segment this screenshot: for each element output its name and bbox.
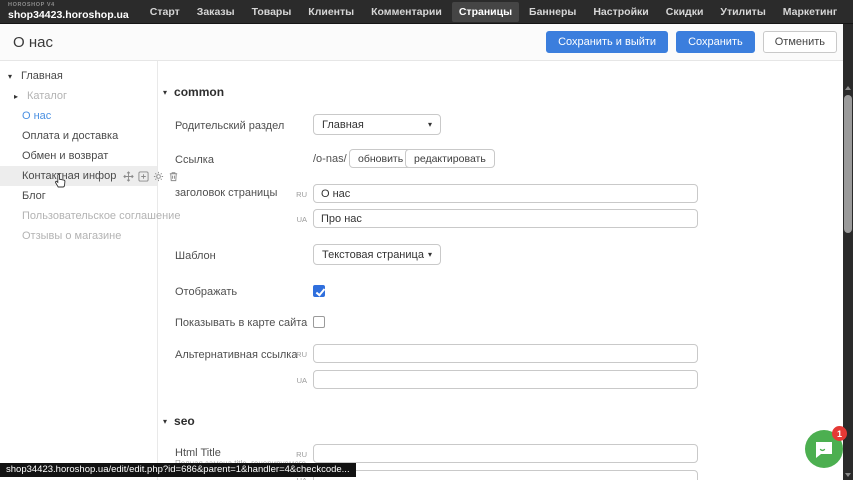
logo-domain: shop34423.horoshop.ua [8, 10, 129, 21]
add-page-icon[interactable] [138, 171, 149, 182]
tree-item-store-reviews[interactable]: Отзывы о магазине [0, 226, 157, 246]
cancel-button[interactable]: Отменить [763, 31, 837, 53]
sitemap-label: Показывать в карте сайта [175, 317, 307, 329]
scrollbar-thumb[interactable] [844, 95, 852, 233]
html-title-ru-input[interactable] [313, 444, 698, 463]
tree-item-contact-info[interactable]: Контактная инфор [0, 166, 157, 186]
page-title-field-label: заголовок страницы [175, 187, 277, 199]
menu-item-seo[interactable]: Seo [847, 2, 853, 22]
tree-item-label: Блог [22, 190, 46, 202]
link-update-button[interactable]: обновить [349, 149, 412, 168]
tree-item-catalog[interactable]: ▸ Каталог [0, 86, 157, 106]
menu-item-start[interactable]: Старт [143, 2, 187, 22]
section-seo-label: seo [174, 414, 195, 428]
tree-item-blog[interactable]: Блог [0, 186, 157, 206]
menu-item-orders[interactable]: Заказы [190, 2, 242, 22]
template-value: Текстовая страница [322, 249, 424, 261]
chevron-right-icon[interactable]: ▸ [14, 92, 22, 101]
tree-item-label: Обмен и возврат [22, 150, 108, 162]
logo[interactable]: HOROSHOP V4 shop34423.horoshop.ua [0, 3, 129, 20]
template-select[interactable]: Текстовая страница ▾ [313, 244, 441, 265]
parent-section-label: Родительский раздел [175, 120, 284, 132]
scroll-down-arrow[interactable] [845, 473, 851, 477]
section-common-label: common [174, 85, 224, 99]
chevron-down-icon[interactable]: ▾ [8, 72, 16, 81]
menu-item-utilities[interactable]: Утилиты [713, 2, 772, 22]
page-title-ua-input[interactable] [313, 209, 698, 228]
tree-item-label: О нас [22, 110, 51, 122]
chevron-down-icon: ▾ [428, 250, 432, 259]
tree-row-actions [123, 171, 179, 182]
menu-item-banners[interactable]: Баннеры [522, 2, 583, 22]
alt-link-label: Альтернативная ссылка [175, 349, 297, 361]
template-label: Шаблон [175, 250, 216, 262]
menu-item-settings[interactable]: Настройки [586, 2, 655, 22]
alt-link-ua-input[interactable] [313, 370, 698, 389]
save-button[interactable]: Сохранить [676, 31, 755, 53]
tree-item-label: Контактная инфор [22, 170, 116, 182]
menu-item-products[interactable]: Товары [245, 2, 299, 22]
link-label: Ссылка [175, 154, 214, 166]
vertical-scrollbar[interactable] [843, 24, 853, 480]
tree-item-payment-delivery[interactable]: Оплата и доставка [0, 126, 157, 146]
page-title-ru-input[interactable] [313, 184, 698, 203]
menu-item-discounts[interactable]: Скидки [659, 2, 711, 22]
tree-item-label: Пользовательское соглашение [22, 210, 180, 222]
menu-item-marketing[interactable]: Маркетинг [776, 2, 844, 22]
chat-widget-button[interactable]: 1 [805, 430, 843, 468]
page-tree-sidebar: ▾ Главная ▸ Каталог О нас Оплата и доста… [0, 61, 158, 480]
top-menu: Старт Заказы Товары Клиенты Комментарии … [143, 2, 853, 22]
chat-unread-badge: 1 [832, 426, 847, 441]
link-value: /o-nas/ [313, 153, 347, 165]
lang-ru-tag: RU [289, 190, 307, 199]
lang-ua-tag: UA [289, 376, 307, 385]
link-edit-button[interactable]: редактировать [405, 149, 495, 168]
menu-item-comments[interactable]: Комментарии [364, 2, 449, 22]
display-checkbox[interactable] [313, 285, 325, 297]
header-actions: Сохранить и выйти Сохранить Отменить [546, 31, 837, 53]
menu-item-clients[interactable]: Клиенты [301, 2, 361, 22]
move-icon[interactable] [123, 171, 134, 182]
html-title-label: Html Title [175, 447, 221, 459]
logo-version: HOROSHOP V4 [8, 3, 129, 9]
chevron-down-icon: ▾ [163, 88, 167, 97]
html-title-ua-input[interactable] [313, 470, 698, 480]
tree-item-about-us[interactable]: О нас [0, 106, 157, 126]
tree-item-label: Каталог [27, 90, 67, 102]
parent-section-select[interactable]: Главная ▾ [313, 114, 441, 135]
tree-item-label: Главная [21, 70, 63, 82]
tree-item-home[interactable]: ▾ Главная [0, 66, 157, 86]
settings-gear-icon[interactable] [153, 171, 164, 182]
parent-section-value: Главная [322, 119, 364, 131]
tree-item-label: Отзывы о магазине [22, 230, 121, 242]
sitemap-checkbox[interactable] [313, 316, 325, 328]
top-navigation-bar: HOROSHOP V4 shop34423.horoshop.ua Старт … [0, 0, 853, 24]
link-preview-statusbar: shop34423.horoshop.ua/edit/edit.php?id=6… [0, 463, 356, 477]
chat-bubble-icon [814, 440, 834, 459]
page-edit-form: ▾ common Родительский раздел Главная ▾ С… [158, 61, 843, 480]
chevron-down-icon: ▾ [163, 417, 167, 426]
page: HOROSHOP V4 shop34423.horoshop.ua Старт … [0, 0, 853, 480]
menu-item-pages[interactable]: Страницы [452, 2, 519, 22]
display-label: Отображать [175, 286, 237, 298]
page-header: О нас Сохранить и выйти Сохранить Отмени… [0, 24, 843, 61]
lang-ru-tag: RU [289, 450, 307, 459]
section-seo-toggle[interactable]: ▾ seo [163, 414, 195, 428]
tree-item-user-agreement[interactable]: Пользовательское соглашение [0, 206, 157, 226]
tree-item-label: Оплата и доставка [22, 130, 118, 142]
alt-link-ru-input[interactable] [313, 344, 698, 363]
page-title: О нас [0, 34, 53, 51]
lang-ua-tag: UA [289, 215, 307, 224]
tree-item-exchange-return[interactable]: Обмен и возврат [0, 146, 157, 166]
save-and-exit-button[interactable]: Сохранить и выйти [546, 31, 668, 53]
section-common-toggle[interactable]: ▾ common [163, 85, 224, 99]
scroll-up-arrow[interactable] [845, 86, 851, 90]
lang-ru-tag: RU [289, 350, 307, 359]
delete-trash-icon[interactable] [168, 171, 179, 182]
chevron-down-icon: ▾ [428, 120, 432, 129]
